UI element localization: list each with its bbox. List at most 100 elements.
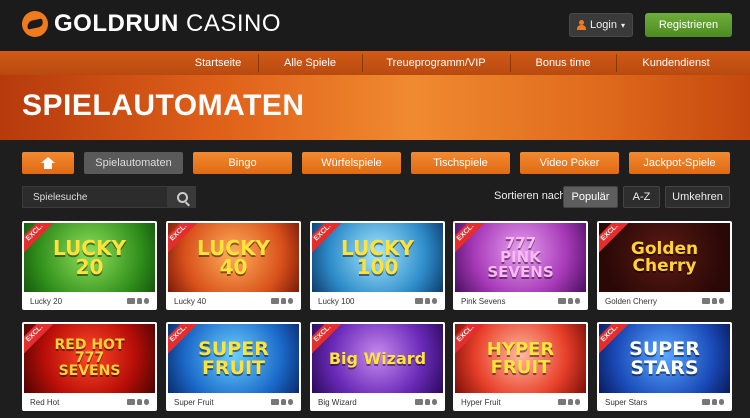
search-input[interactable]: Spielesuche <box>22 186 168 208</box>
desktop-icon <box>271 399 279 405</box>
game-logo-art: SUPER FRUIT <box>198 338 269 379</box>
game-logo-art: HYPER FRUIT <box>486 339 555 378</box>
game-card[interactable]: RED HOT 777 SEVENS EXCL. Red Hot <box>22 322 157 411</box>
game-card-footer: Super Fruit <box>166 393 301 411</box>
chevron-down-icon: ▾ <box>620 20 625 30</box>
nav-item-bonus-time[interactable]: Bonus time <box>510 51 616 75</box>
exclusive-badge: EXCL. <box>24 324 57 356</box>
exclusive-badge: EXCL. <box>24 223 57 255</box>
game-name: Big Wizard <box>318 397 357 407</box>
game-card-footer: Lucky 40 <box>166 292 301 310</box>
game-name: Red Hot <box>30 397 60 407</box>
register-button[interactable]: Registrieren <box>645 13 732 37</box>
game-thumbnail[interactable]: LUCKY 100 EXCL. <box>312 223 443 292</box>
game-logo-art: LUCKY 40 <box>197 235 270 279</box>
nav-item-startseite[interactable]: Startseite <box>178 51 258 75</box>
sort-az-button[interactable]: A-Z <box>623 186 660 208</box>
device-icons <box>702 298 724 304</box>
desktop-icon <box>702 399 710 405</box>
apple-icon <box>719 298 724 304</box>
game-card[interactable]: SUPER STARS EXCL. Super Stars <box>597 322 732 411</box>
login-label: Login <box>590 19 617 31</box>
apple-icon <box>144 399 149 405</box>
exclusive-badge: EXCL. <box>599 324 632 356</box>
android-icon <box>281 298 286 304</box>
sort-reverse-button[interactable]: Umkehren <box>665 186 730 208</box>
game-logo-art: LUCKY 20 <box>53 235 126 279</box>
apple-icon <box>575 399 580 405</box>
desktop-icon <box>415 399 423 405</box>
category-jackpot-spiele[interactable]: Jackpot-Spiele <box>629 152 730 174</box>
site-logo[interactable]: GOLDRUN CASINO <box>22 10 281 38</box>
category-bingo[interactable]: Bingo <box>193 152 292 174</box>
search-button[interactable] <box>168 186 196 208</box>
android-icon <box>568 298 573 304</box>
exclusive-badge: EXCL. <box>455 324 488 356</box>
category-tischspiele[interactable]: Tischspiele <box>411 152 510 174</box>
page-title: SPIELAUTOMATEN <box>22 89 305 122</box>
apple-icon <box>288 298 293 304</box>
game-card[interactable]: LUCKY 20 EXCL. Lucky 20 <box>22 221 157 310</box>
device-icons <box>127 298 149 304</box>
exclusive-badge: EXCL. <box>312 223 345 255</box>
game-card[interactable]: Big Wizard EXCL. Big Wizard <box>310 322 445 411</box>
game-card-footer: Lucky 20 <box>22 292 157 310</box>
login-button[interactable]: Login ▾ <box>569 13 633 37</box>
game-card[interactable]: LUCKY 100 EXCL. Lucky 100 <box>310 221 445 310</box>
page-banner: SPIELAUTOMATEN <box>0 75 750 140</box>
game-card[interactable]: LUCKY 40 EXCL. Lucky 40 <box>166 221 301 310</box>
nav-item-treueprogramm[interactable]: Treueprogramm/VIP <box>362 51 510 75</box>
game-card-footer: Pink Sevens <box>453 292 588 310</box>
apple-icon <box>288 399 293 405</box>
desktop-icon <box>271 298 279 304</box>
game-card-footer: Golden Cherry <box>597 292 732 310</box>
game-name: Hyper Fruit <box>461 397 501 407</box>
device-icons <box>558 298 580 304</box>
main-nav: Startseite Alle Spiele Treueprogramm/VIP… <box>0 51 750 75</box>
android-icon <box>712 399 717 405</box>
apple-icon <box>719 399 724 405</box>
category-spielautomaten[interactable]: Spielautomaten <box>84 152 183 174</box>
game-card[interactable]: Golden Cherry EXCL. Golden Cherry <box>597 221 732 310</box>
game-name: Super Stars <box>605 397 648 407</box>
desktop-icon <box>558 399 566 405</box>
game-thumbnail[interactable]: SUPER FRUIT EXCL. <box>168 324 299 393</box>
game-name: Golden Cherry <box>605 296 658 306</box>
nav-item-alle-spiele[interactable]: Alle Spiele <box>258 51 362 75</box>
game-thumbnail[interactable]: LUCKY 40 EXCL. <box>168 223 299 292</box>
game-card-footer: Hyper Fruit <box>453 393 588 411</box>
game-thumbnail[interactable]: HYPER FRUIT EXCL. <box>455 324 586 393</box>
sort-popular-button[interactable]: Populär <box>563 186 618 208</box>
android-icon <box>281 399 286 405</box>
game-thumbnail[interactable]: Golden Cherry EXCL. <box>599 223 730 292</box>
game-thumbnail[interactable]: SUPER STARS EXCL. <box>599 324 730 393</box>
category-video-poker[interactable]: Video Poker <box>520 152 619 174</box>
exclusive-badge: EXCL. <box>455 223 488 255</box>
game-logo-art: SUPER STARS <box>629 338 700 379</box>
device-icons <box>271 399 293 405</box>
game-logo-art: 777 PINK SEVENS <box>487 234 554 281</box>
home-button[interactable] <box>22 152 74 174</box>
game-card[interactable]: HYPER FRUIT EXCL. Hyper Fruit <box>453 322 588 411</box>
game-thumbnail[interactable]: 777 PINK SEVENS EXCL. <box>455 223 586 292</box>
home-icon <box>41 157 55 169</box>
game-card[interactable]: 777 PINK SEVENS EXCL. Pink Sevens <box>453 221 588 310</box>
game-logo-art: RED HOT 777 SEVENS <box>54 336 125 380</box>
desktop-icon <box>127 399 135 405</box>
nav-item-kundendienst[interactable]: Kundendienst <box>616 51 736 75</box>
apple-icon <box>144 298 149 304</box>
game-card-footer: Big Wizard <box>310 393 445 411</box>
device-icons <box>558 399 580 405</box>
device-icons <box>415 399 437 405</box>
android-icon <box>137 298 142 304</box>
game-card-footer: Super Stars <box>597 393 732 411</box>
category-wuerfelspiele[interactable]: Würfelspiele <box>302 152 401 174</box>
game-thumbnail[interactable]: RED HOT 777 SEVENS EXCL. <box>24 324 155 393</box>
sort-label: Sortieren nach <box>494 190 566 202</box>
game-name: Lucky 100 <box>318 296 355 306</box>
game-card[interactable]: SUPER FRUIT EXCL. Super Fruit <box>166 322 301 411</box>
game-thumbnail[interactable]: LUCKY 20 EXCL. <box>24 223 155 292</box>
game-name: Lucky 40 <box>174 296 207 306</box>
game-thumbnail[interactable]: Big Wizard EXCL. <box>312 324 443 393</box>
exclusive-badge: EXCL. <box>168 324 201 356</box>
